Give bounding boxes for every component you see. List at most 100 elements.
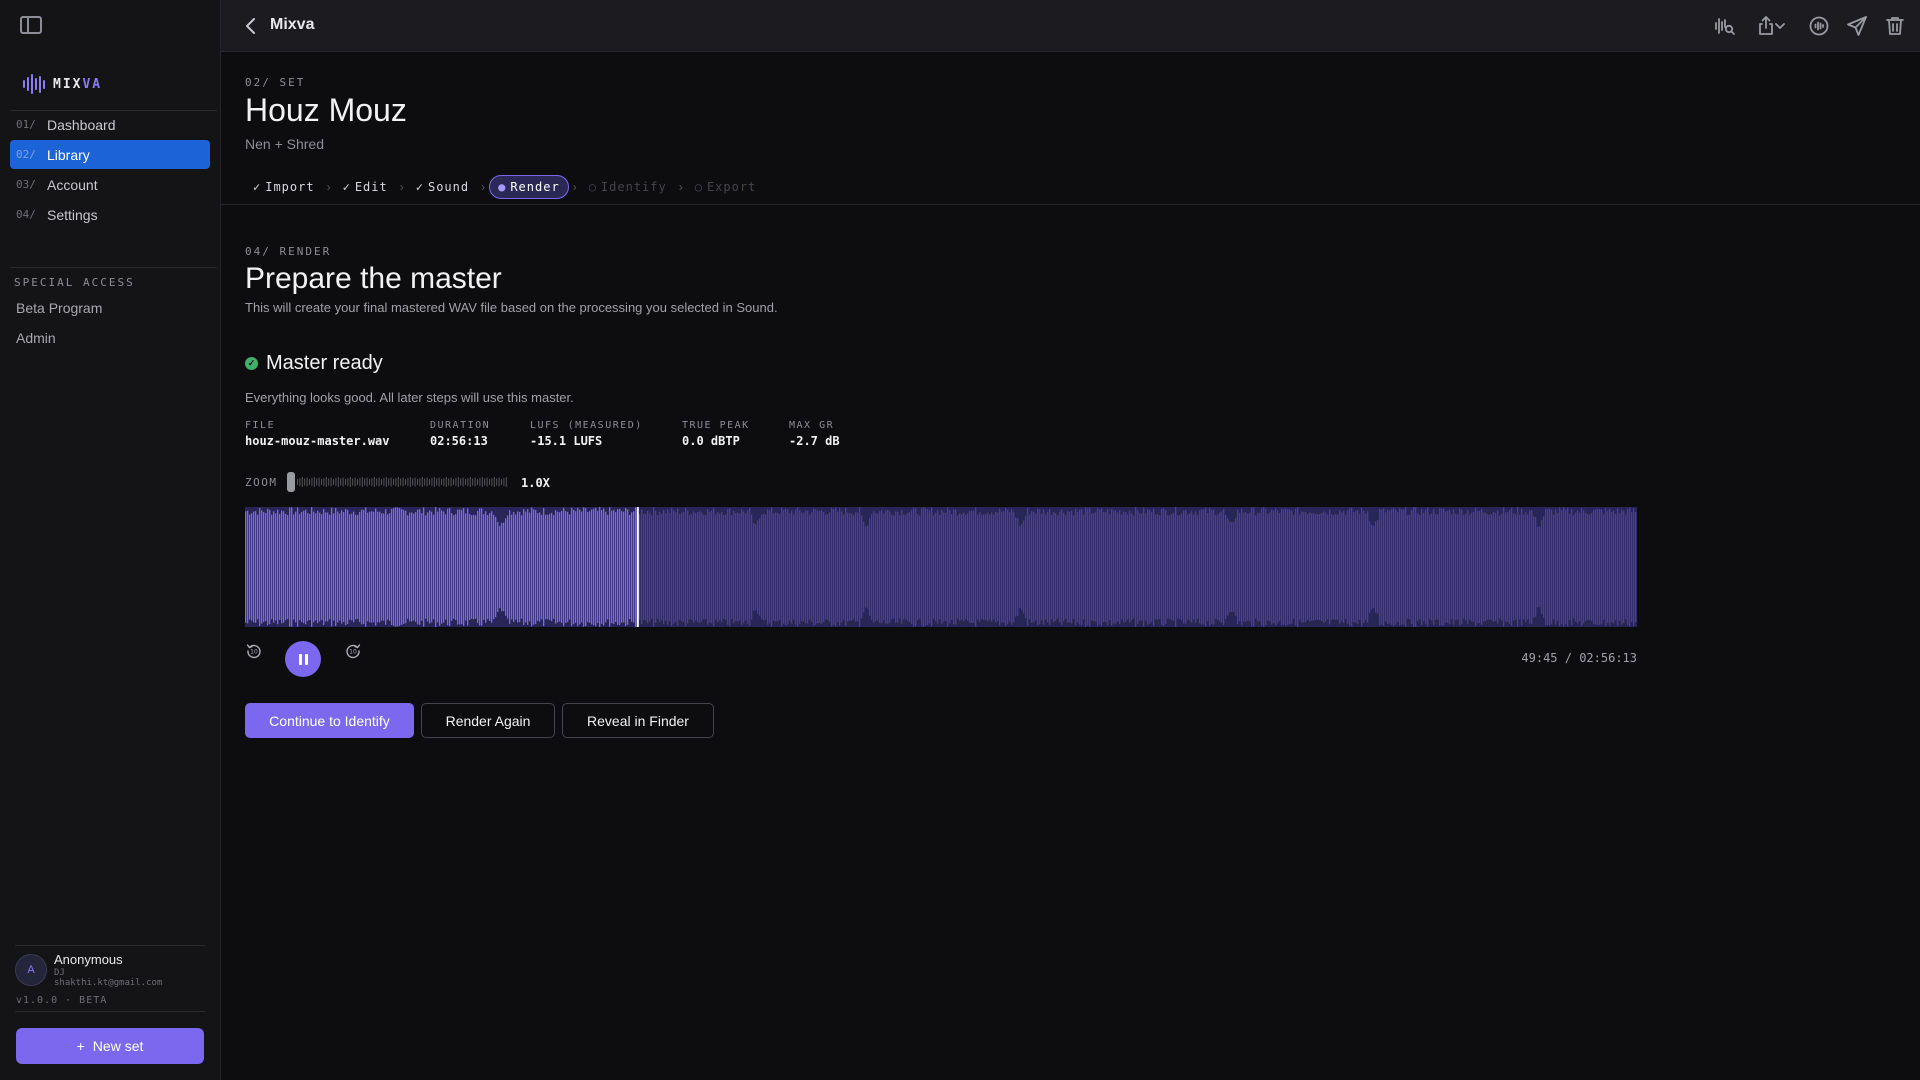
meta-key: LUFS (MEASURED) [530,420,643,431]
user-role: DJ [54,968,65,978]
meta-duration: DURATION 02:56:13 [430,420,490,448]
status-description: Everything looks good. All later steps w… [245,390,574,405]
sidebar-item-settings[interactable]: 04/ Settings [10,200,210,229]
skip-forward-icon[interactable]: 10 [344,642,362,660]
new-set-button[interactable]: + New set [16,1028,204,1064]
step-label: Render [510,180,560,194]
chevron-right-icon: › [399,180,404,194]
chevron-right-icon: › [678,180,683,194]
special-access-heading: SPECIAL ACCESS [14,276,135,289]
sidebar-toggle-icon[interactable] [20,16,42,34]
nav-label: Dashboard [47,116,116,133]
meta-value: 02:56:13 [430,434,488,448]
trash-icon[interactable] [1883,14,1907,38]
step-identify: ○ Identify [581,175,675,199]
set-eyebrow: 02/ SET [245,76,306,89]
new-set-label: New set [92,1038,144,1054]
render-eyebrow: 04/ RENDER [245,245,332,258]
meta-key: TRUE PEAK [682,420,750,431]
sidebar-item-dashboard[interactable]: 01/ Dashboard [10,110,210,139]
step-import[interactable]: ✓ Import [245,175,323,199]
meta-value: -2.7 dB [789,434,840,448]
waveform-scrubber[interactable] [245,507,1637,627]
playback-timecode: 49:45 / 02:56:13 [1521,651,1637,665]
time-current: 49:45 [1521,651,1558,665]
nav-label: Account [47,176,98,193]
user-email: shakthi.kt@gmail.com [54,978,163,988]
sidebar-item-beta-program[interactable]: Beta Program [16,300,102,316]
meta-max-gr: MAX GR -2.7 dB [789,420,840,448]
meta-value: houz-mouz-master.wav [245,434,390,448]
meta-key: FILE [245,420,276,431]
step-render[interactable]: ● Render [489,175,569,199]
pause-icon [298,653,302,665]
brand-logo: MIXVA [23,74,102,94]
meta-value: 0.0 dBTP [682,434,740,448]
svg-text:10: 10 [250,649,258,656]
brand-wordmark: MIXVA [53,76,103,92]
check-icon: ✓ [253,180,262,194]
back-chevron-icon[interactable] [241,16,261,36]
render-again-button[interactable]: Render Again [421,703,555,738]
check-circle-icon: ✓ [245,357,258,370]
meta-lufs: LUFS (MEASURED) -15.1 LUFS [530,420,643,448]
step-label: Import [265,180,315,194]
send-icon[interactable] [1845,14,1869,38]
section-title: Prepare the master [245,262,502,295]
logo-waveform-icon [23,74,45,94]
step-label: Identify [600,180,667,194]
time-total: 02:56:13 [1579,651,1637,665]
nav-index: 04/ [16,208,36,221]
section-description: This will create your final mastered WAV… [245,300,778,315]
zoom-value: 1.0X [521,476,550,490]
header-divider [221,204,1920,205]
svg-text:10: 10 [349,649,357,656]
sidebar: MIXVA 01/ Dashboard 02/ Library 03/ Acco… [0,0,221,1080]
page-title: Houz Mouz [245,92,407,128]
zoom-slider-track[interactable] [287,473,507,491]
meta-key: MAX GR [789,420,835,431]
meta-true-peak: TRUE PEAK 0.0 dBTP [682,420,750,448]
waveform-circle-icon[interactable] [1807,14,1831,38]
top-bar: Mixva [221,0,1920,52]
zoom-slider-thumb[interactable] [287,472,295,492]
step-label: Sound [427,180,470,194]
workflow-stepper: ✓ Import › ✓ Edit › ✓ Sound › ● Render › ○ Id… [245,175,764,199]
app-version: v1.0.0 · BETA [16,995,108,1006]
step-export: ○ Export [687,175,765,199]
pause-button[interactable] [285,641,321,677]
main-content: 02/ SET Houz Mouz Nen + Shred ✓ Import › … [221,52,1920,1080]
plus-icon: + [76,1038,85,1054]
waveform-search-icon[interactable] [1713,14,1737,38]
nav-index: 01/ [16,118,36,131]
user-name: Anonymous [54,952,123,967]
sidebar-item-library[interactable]: 02/ Library [10,140,210,169]
step-edit[interactable]: ✓ Edit [335,175,396,199]
nav-index: 02/ [16,148,36,161]
sidebar-item-account[interactable]: 03/ Account [10,170,210,199]
window-title: Mixva [270,16,315,33]
user-card[interactable]: A Anonymous DJ shakthi.kt@gmail.com [15,950,205,992]
chevron-right-icon: › [326,180,331,194]
step-sound[interactable]: ✓ Sound [408,175,477,199]
skip-back-icon[interactable]: 10 [245,642,263,660]
continue-to-identify-button[interactable]: Continue to Identify [245,703,414,738]
chevron-down-icon[interactable] [1774,14,1786,38]
chevron-right-icon: › [572,180,577,194]
nav-index: 03/ [16,178,36,191]
meta-key: DURATION [430,420,491,431]
nav-label: Settings [47,206,98,223]
circle-icon: ○ [694,180,703,194]
sidebar-item-admin[interactable]: Admin [16,330,56,346]
check-icon: ✓ [415,180,424,194]
reveal-in-finder-button[interactable]: Reveal in Finder [562,703,714,738]
status-row: ✓ Master ready [245,352,383,375]
dot-icon: ● [498,180,507,194]
circle-icon: ○ [588,180,597,194]
check-icon: ✓ [342,180,351,194]
step-label: Edit [354,180,388,194]
avatar: A [15,954,47,986]
pause-icon [304,653,308,665]
playhead[interactable] [636,507,639,627]
zoom-label: ZOOM [245,476,278,489]
